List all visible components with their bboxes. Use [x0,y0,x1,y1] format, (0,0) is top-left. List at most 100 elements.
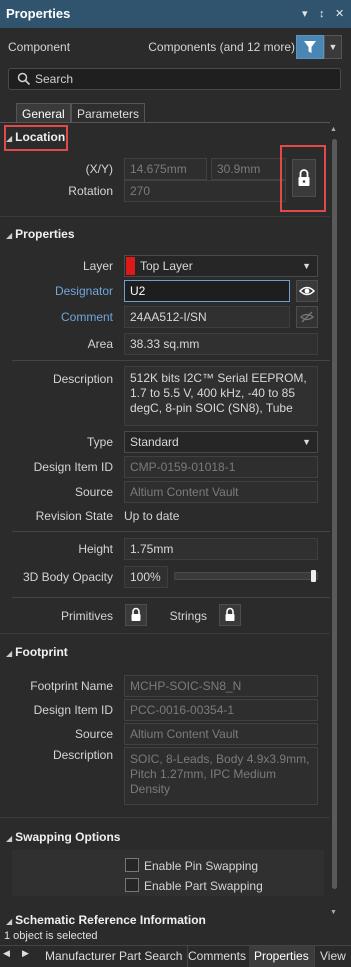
lock-position-button[interactable] [292,159,316,197]
rotation-field[interactable]: 270 [124,180,286,202]
enable-pin-swapping-label: Enable Pin Swapping [144,859,259,873]
tab-view[interactable]: View [315,946,351,967]
design-item-id-label: Design Item ID [33,460,113,474]
comment-label[interactable]: Comment [20,310,113,324]
properties-header-label: Properties [15,227,75,241]
panel-title: Properties [6,6,71,21]
collapse-arrow-icon: ◢ [6,917,13,925]
schematic-header-label: Schematic Reference Information [15,913,206,925]
footprint-name-field: MCHP-SOIC-SN8_N [124,675,318,697]
collapse-arrow-icon: ◢ [6,834,13,843]
comment-input[interactable]: 24AA512-I/SN [124,306,290,328]
footprint-header-label: Footprint [15,645,68,659]
revision-state-label: Revision State [35,509,113,523]
enable-pin-swapping-checkbox[interactable] [125,858,139,872]
tab-divider [0,122,330,123]
type-select[interactable]: Standard ▼ [124,431,318,453]
opacity-label: 3D Body Opacity [22,570,113,584]
footprint-description-field: SOIC, 8-Leads, Body 4.9x3.9mm, Pitch 1.2… [124,747,318,805]
scrollbar-thumb[interactable] [332,139,337,889]
pin-icon[interactable]: ↕ [319,0,325,28]
footprint-source-label: Source [74,727,113,741]
designator-input[interactable]: U2 [124,280,290,302]
tab-properties[interactable]: Properties [249,946,315,967]
tab-comments[interactable]: Comments [183,946,253,967]
scroll-down-icon[interactable]: ▼ [330,909,337,916]
opacity-input[interactable]: 100% [124,566,168,588]
design-item-id-field: CMP-0159-01018-1 [124,456,318,478]
schematic-section-header[interactable]: ◢ Schematic Reference Information [0,911,330,925]
lock-icon [225,607,235,621]
filter-dropdown-button[interactable]: ▼ [324,35,342,59]
x-position-field[interactable]: 14.675mm [124,158,207,180]
section-divider [0,216,330,217]
designator-visibility-button[interactable] [296,280,318,302]
footprint-source-field: Altium Content Vault [124,723,318,745]
designator-label[interactable]: Designator [20,284,113,298]
type-value: Standard [130,435,179,449]
footprint-section-header[interactable]: ◢ Footprint [0,641,330,663]
primitives-label: Primitives [60,609,113,623]
status-bar: 1 object is selected [0,927,351,945]
vertical-scrollbar[interactable]: ▲ ▼ [330,123,338,923]
panel-title-bar: Properties ▾ ↕ ✕ [0,0,351,28]
revision-state-value: Up to date [124,509,180,523]
chevron-down-icon: ▼ [302,437,311,447]
divider [12,360,330,361]
source-field: Altium Content Vault [124,481,318,503]
area-label: Area [87,337,113,351]
layer-label: Layer [82,259,113,273]
layer-color-swatch [126,257,135,275]
menu-dropdown-icon[interactable]: ▾ [302,0,308,28]
footprint-description-label: Description [52,748,113,762]
search-input[interactable]: Search [8,68,341,90]
y-position-field[interactable]: 30.9mm [211,158,286,180]
strings-label: Strings [169,609,207,623]
footprint-name-label: Footprint Name [30,679,113,693]
rotation-label: Rotation [68,184,113,198]
components-count: Components (and 12 more) [148,40,295,54]
height-input[interactable]: 1.75mm [124,538,318,560]
opacity-slider-handle[interactable] [311,570,316,582]
height-label: Height [78,542,113,556]
properties-section-header[interactable]: ◢ Properties [0,223,330,245]
filter-button[interactable] [296,35,324,59]
source-label: Source [74,485,113,499]
collapse-arrow-icon: ◢ [6,649,13,658]
bottom-tab-bar: ◀ ▶ Manufacturer Part Search Comments Pr… [0,945,351,967]
swapping-section-header[interactable]: ◢ Swapping Options [0,826,330,848]
description-textarea[interactable]: 512K bits I2C™ Serial EEPROM, 1.7 to 5.5… [124,366,318,426]
collapse-arrow-icon: ◢ [6,231,13,240]
comment-visibility-button[interactable] [296,306,318,328]
schematic-section-clip: ◢ Schematic Reference Information [0,911,330,925]
section-divider [0,633,330,634]
tab-manufacturer-part-search[interactable]: Manufacturer Part Search [40,946,189,967]
footprint-design-item-label: Design Item ID [33,703,113,717]
footprint-design-item-field: PCC-0016-00354-1 [124,699,318,721]
swapping-header-label: Swapping Options [15,830,121,844]
layer-select[interactable]: Top Layer ▼ [124,255,318,277]
enable-part-swapping-checkbox[interactable] [125,878,139,892]
tab-parameters[interactable]: Parameters [71,103,146,123]
layer-value: Top Layer [140,259,193,273]
selection-status: 1 object is selected [4,930,98,942]
eye-hidden-icon [299,311,315,323]
chevron-down-icon: ▼ [302,261,311,271]
tab-scroll-right-icon[interactable]: ▶ [22,948,29,959]
lock-icon [298,169,310,186]
search-icon [17,72,31,86]
divider [12,531,330,532]
scroll-up-icon[interactable]: ▲ [330,126,337,133]
strings-lock-button[interactable] [219,604,241,626]
lock-icon [131,607,141,621]
tab-general[interactable]: General [16,103,71,123]
primitives-lock-button[interactable] [125,604,147,626]
opacity-slider[interactable] [174,570,318,582]
description-label: Description [52,372,113,386]
close-icon[interactable]: ✕ [335,0,344,28]
section-divider [0,817,330,818]
location-highlight-box [4,125,68,151]
filter-icon [304,41,316,53]
type-label: Type [86,435,113,449]
tab-scroll-left-icon[interactable]: ◀ [3,948,10,959]
